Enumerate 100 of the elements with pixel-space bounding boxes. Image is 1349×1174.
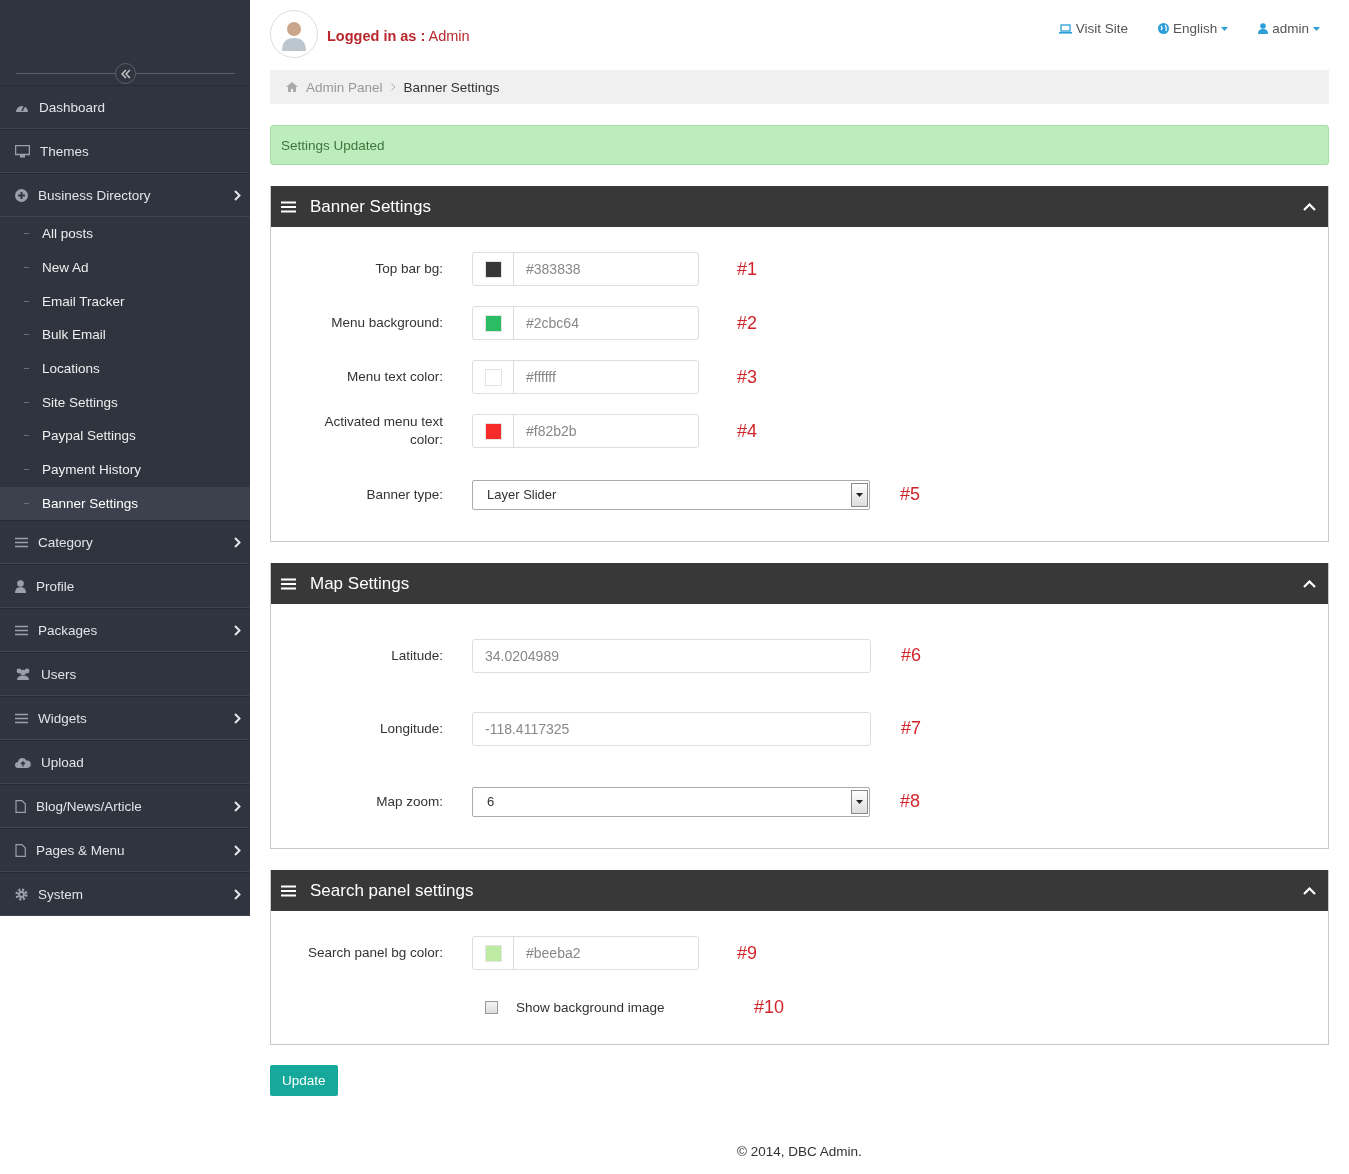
globe-icon	[1157, 23, 1169, 34]
chevron-up-icon[interactable]	[1303, 886, 1316, 895]
dash-icon	[24, 267, 29, 269]
sidebar-item[interactable]: Category	[0, 520, 250, 565]
cloud-icon	[15, 756, 31, 768]
dash-icon	[24, 435, 29, 437]
bars-icon	[15, 536, 28, 548]
sidebar-item[interactable]: Dashboard	[0, 85, 250, 129]
chevron-right-icon	[234, 844, 241, 856]
menu-icon	[281, 884, 296, 897]
input-field[interactable]: 34.0204989	[472, 638, 871, 673]
bars-icon	[15, 624, 28, 636]
sidebar-subitem[interactable]: Site Settings	[0, 385, 250, 420]
annotation-number: #5	[900, 484, 921, 505]
color-field[interactable]: #ffffff	[472, 360, 699, 394]
users-icon	[15, 668, 31, 681]
sidebar-item[interactable]: Blog/News/Article	[0, 784, 250, 829]
dash-icon	[24, 334, 29, 336]
collapse-button[interactable]	[115, 63, 136, 84]
dash-icon	[24, 502, 29, 504]
laptop-icon	[1058, 23, 1072, 34]
annotation-number: #8	[900, 791, 921, 812]
logged-in-text: Logged in as : Admin	[327, 28, 470, 44]
field-label: Longitude:	[378, 719, 444, 738]
sidebar-subitem[interactable]: Bulk Email	[0, 318, 250, 352]
dash-icon	[24, 368, 29, 370]
file-icon	[15, 799, 26, 813]
annotation-number: #4	[737, 420, 758, 442]
chevron-right-icon	[234, 536, 241, 548]
monitor-icon	[15, 144, 30, 158]
chevron-right-icon	[390, 83, 396, 91]
chevron-right-icon	[234, 624, 241, 636]
chevron-right-icon	[234, 800, 241, 812]
sidebar-item[interactable]: Pages & Menu	[0, 828, 250, 873]
dash-icon	[24, 401, 29, 403]
field-label: Menu text color:	[345, 368, 444, 386]
dropdown[interactable]: Layer Slider	[472, 479, 870, 510]
sidebar-item[interactable]: Business Directory	[0, 173, 250, 217]
sidebar-subitem[interactable]: All posts	[0, 217, 250, 251]
field-label: Latitude:	[390, 646, 444, 665]
input-field[interactable]: -118.4117325	[472, 711, 871, 746]
caret-icon	[1313, 26, 1320, 31]
annotation-number: #6	[901, 645, 922, 666]
sidebar-subitem[interactable]: Paypal Settings	[0, 419, 250, 453]
sidebar-item[interactable]: Widgets	[0, 696, 250, 741]
menu-icon	[281, 200, 296, 213]
sidebar-item[interactable]: Themes	[0, 129, 250, 173]
dash-icon	[24, 469, 29, 471]
sidebar-subitem[interactable]: Locations	[0, 351, 250, 386]
color-field[interactable]: #383838	[472, 252, 699, 286]
sidebar-item[interactable]: Packages	[0, 608, 250, 653]
color-field[interactable]: #2cbc64	[472, 306, 699, 340]
field-label: Search panel bg color:	[306, 944, 444, 962]
user-icon	[1258, 23, 1269, 34]
chevron-right-icon	[234, 189, 241, 201]
chevron-up-icon[interactable]	[1303, 202, 1316, 211]
caret-icon	[856, 492, 863, 497]
double-chevron-left-icon	[119, 68, 132, 79]
sidebar-item[interactable]: System	[0, 872, 250, 917]
color-swatch[interactable]	[484, 422, 502, 440]
success-alert: Settings Updated	[270, 125, 1329, 165]
color-swatch[interactable]	[484, 368, 502, 386]
color-swatch[interactable]	[484, 944, 502, 962]
color-swatch[interactable]	[484, 260, 502, 278]
sidebar-subitem[interactable]: New Ad	[0, 250, 250, 285]
dash-icon	[24, 300, 29, 302]
caret-icon	[1221, 26, 1229, 31]
checkbox-label: Show background image	[516, 999, 665, 1015]
bars-icon	[15, 712, 28, 724]
header-link[interactable]: admin	[1258, 21, 1320, 36]
annotation-number: #1	[737, 258, 758, 280]
color-field[interactable]: #f82b2b	[472, 414, 699, 448]
annotation-number: #2	[737, 312, 758, 334]
chevron-up-icon[interactable]	[1303, 579, 1316, 588]
dash-icon	[24, 233, 29, 235]
annotation-number: #7	[901, 718, 922, 739]
header-link[interactable]: Visit Site	[1058, 21, 1128, 36]
sidebar-item[interactable]: Upload	[0, 740, 250, 785]
field-label: Map zoom:	[375, 792, 444, 811]
avatar	[270, 10, 318, 58]
color-swatch[interactable]	[484, 314, 502, 332]
file-icon	[15, 843, 26, 857]
header-link[interactable]: English	[1157, 21, 1229, 36]
chevron-right-icon	[234, 712, 241, 724]
plus-icon	[15, 188, 28, 202]
dropdown[interactable]: 6	[472, 786, 870, 817]
annotation-number: #3	[737, 366, 758, 388]
caret-icon	[856, 799, 863, 804]
sidebar-item[interactable]: Users	[0, 652, 250, 697]
sidebar-item[interactable]: Profile	[0, 564, 250, 609]
sidebar-subitem[interactable]: Payment History	[0, 452, 250, 487]
field-label: Banner type:	[365, 485, 444, 504]
sidebar-subitem[interactable]: Email Tracker	[0, 284, 250, 319]
color-field[interactable]: #beeba2	[472, 936, 699, 970]
checkbox[interactable]	[485, 1000, 498, 1014]
panel-title: Search panel settings	[310, 880, 475, 901]
settings-icon	[15, 887, 28, 901]
sidebar-subitem[interactable]: Banner Settings	[0, 486, 250, 521]
panel-title: Map Settings	[310, 573, 411, 594]
footer-text: © 2014, DBC Admin.	[736, 1144, 863, 1161]
